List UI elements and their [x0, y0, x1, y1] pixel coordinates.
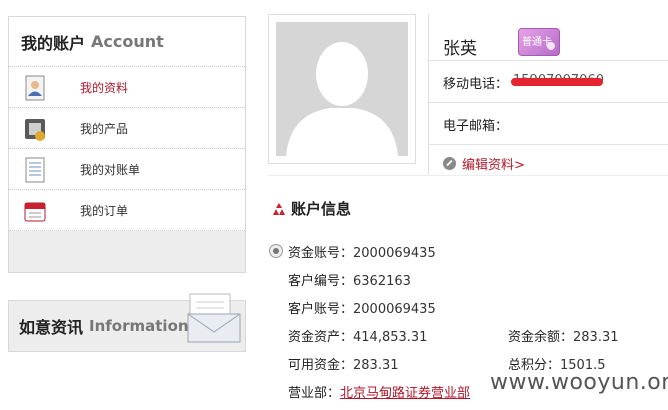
available-funds-field: 可用资金：283.31: [288, 358, 399, 373]
customer-account-field: 客户账号：2000069435: [288, 302, 436, 317]
divider: [268, 175, 668, 176]
card-level-badge: 普通卡: [518, 28, 560, 56]
menu-label: 我的对账单: [80, 162, 141, 177]
phone-row: 移动电话： 15907007060: [429, 61, 668, 103]
user-name: 张英: [443, 39, 477, 59]
menu-item-my-orders[interactable]: 我的订单: [9, 190, 245, 231]
account-panel-header: 我的账户 Account: [9, 17, 245, 67]
account-title-en: Account: [91, 32, 164, 51]
statement-icon: [25, 157, 45, 183]
tri-arrow-icon: [273, 202, 285, 215]
avatar-placeholder-icon: [286, 42, 398, 156]
watermark: www.wooyun.org: [490, 370, 668, 395]
account-panel: 我的账户 Account 我的资料 我的产品 我的对账单 我的订单: [8, 16, 246, 273]
menu-label: 我的订单: [80, 203, 129, 218]
branch-link[interactable]: 北京马甸路证券营业部: [340, 386, 470, 401]
account-info-title: 账户信息: [291, 200, 352, 218]
menu-label: 我的资料: [80, 80, 129, 95]
menu-item-my-products[interactable]: 我的产品: [9, 108, 245, 149]
edit-profile-link[interactable]: 编辑资料>: [443, 154, 525, 173]
fund-account-field: 资金账号：2000069435: [288, 246, 436, 261]
envelope-icon: [187, 293, 241, 343]
account-select-radio[interactable]: [269, 244, 283, 258]
redaction-mark: [511, 78, 603, 86]
avatar: [268, 14, 416, 164]
menu-item-my-statements[interactable]: 我的对账单: [9, 149, 245, 190]
edit-profile-label[interactable]: 编辑资料>: [462, 154, 525, 173]
customer-number-field: 客户编号：6362163: [288, 274, 411, 289]
profile-icon: [25, 75, 45, 101]
branch-field: 营业部：北京马甸路证券营业部: [288, 386, 471, 401]
edit-pencil-icon: [443, 157, 456, 170]
menu-item-my-profile[interactable]: 我的资料: [9, 67, 245, 108]
profile-name-row: 张英 普通卡: [429, 14, 668, 61]
phone-label: 移动电话：: [443, 77, 509, 92]
email-row: 电子邮箱：: [429, 103, 668, 145]
menu-label: 我的产品: [80, 121, 129, 136]
product-icon: [25, 119, 45, 141]
account-info-heading: 账户信息: [272, 198, 351, 219]
fund-balance-field: 资金余额：283.31: [508, 330, 619, 345]
profile-details: 张英 普通卡 移动电话： 15907007060 电子邮箱： 编辑资料>: [428, 14, 668, 174]
account-title-cn: 我的账户: [21, 33, 86, 53]
fund-assets-field: 资金资产：414,853.31: [288, 330, 428, 345]
information-title-en: Information: [89, 317, 189, 335]
email-label: 电子邮箱：: [443, 119, 509, 134]
order-icon: [24, 202, 46, 222]
information-title-cn: 如意资讯: [19, 318, 84, 337]
